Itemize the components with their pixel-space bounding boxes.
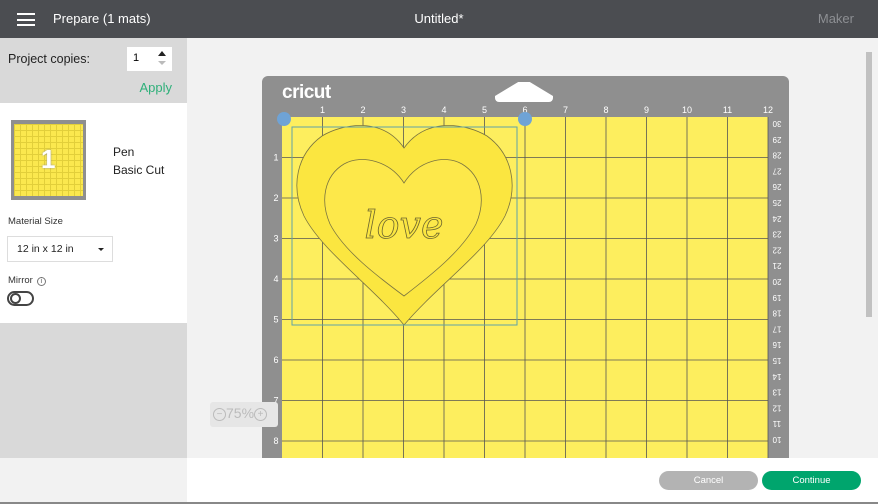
- column-label: 7: [563, 105, 568, 115]
- cm-label: 11: [772, 419, 781, 428]
- rotate-icon[interactable]: [518, 112, 532, 126]
- cm-label: 16: [772, 340, 781, 349]
- cm-label: 20: [772, 277, 781, 286]
- material-size-select[interactable]: 12 in x 12 in: [7, 236, 113, 262]
- column-label: 2: [360, 105, 365, 115]
- material-size-label: Material Size: [8, 216, 63, 227]
- cm-label: 23: [772, 230, 781, 239]
- top-bar: Prepare (1 mats) Untitled* Maker: [0, 0, 878, 38]
- row-label: 8: [273, 436, 278, 446]
- column-label: 11: [723, 105, 732, 115]
- zoom-control: −75% +: [210, 402, 278, 427]
- zoom-level: 75%: [226, 405, 255, 421]
- cm-label: 19: [772, 293, 781, 302]
- row-label: 4: [273, 274, 278, 284]
- cm-label: 18: [772, 309, 781, 318]
- zoom-out-icon[interactable]: −: [213, 407, 226, 421]
- cm-label: 28: [772, 151, 781, 160]
- cm-label: 25: [772, 198, 781, 207]
- row-label: 6: [273, 355, 278, 365]
- cm-label: 15: [772, 356, 781, 365]
- mat-grid[interactable]: 1 2 3 4 5 6 7 8 9 10 11 121234567830292827262524232…: [262, 76, 789, 458]
- apply-button[interactable]: Apply: [139, 80, 172, 95]
- cm-label: 22: [772, 245, 781, 254]
- cm-label: 13: [772, 388, 781, 397]
- column-label: 8: [603, 105, 608, 115]
- document-title: Untitled*: [414, 11, 464, 26]
- tool-label: Pen: [113, 145, 135, 159]
- mirror-toggle[interactable]: [7, 291, 34, 306]
- cancel-button[interactable]: Cancel: [659, 471, 758, 490]
- decrement-icon[interactable]: [158, 61, 166, 65]
- footer-bar: Cancel Continue: [0, 458, 878, 504]
- mirror-label: Mirror: [8, 275, 33, 286]
- cm-label: 24: [772, 214, 781, 223]
- zoom-in-icon[interactable]: +: [254, 407, 268, 421]
- cm-label: 17: [772, 324, 781, 333]
- cutting-mat: cricut 1 2 3 4 5 6 7 8 9 10 11 12 1 2 3 4 5 6 7 8 30 29 28 27 26…: [262, 76, 789, 458]
- increment-icon[interactable]: [158, 51, 166, 56]
- column-label: 12: [763, 105, 773, 115]
- material-size-value: 12 in x 12 in: [17, 243, 74, 255]
- project-copies-label: Project copies:: [8, 52, 90, 66]
- cm-label: 14: [772, 372, 781, 381]
- cm-label: 30: [772, 119, 781, 128]
- more-options-icon[interactable]: [277, 112, 291, 126]
- column-label: 10: [682, 105, 692, 115]
- column-label: 3: [401, 105, 406, 115]
- row-label: 5: [273, 315, 278, 325]
- cm-label: 10: [772, 435, 781, 444]
- cm-label: 29: [772, 135, 781, 144]
- cm-label: 27: [772, 166, 781, 175]
- column-label: 1: [320, 105, 325, 115]
- row-label: 2: [273, 193, 278, 203]
- copies-value[interactable]: 1: [133, 52, 139, 64]
- row-label: 3: [273, 234, 278, 244]
- project-copies-stepper[interactable]: 1: [127, 47, 172, 71]
- mat-card[interactable]: 1 Pen Basic Cut Material Size 12 in x 12 …: [0, 103, 187, 323]
- machine-label[interactable]: Maker: [818, 11, 854, 26]
- mat-thumbnail[interactable]: 1: [11, 120, 86, 200]
- row-label: 1: [273, 153, 278, 163]
- mode-label: Basic Cut: [113, 163, 165, 177]
- cm-label: 21: [772, 261, 781, 270]
- continue-button[interactable]: Continue: [762, 471, 861, 490]
- love-text: love: [365, 203, 444, 247]
- cm-label: 26: [772, 182, 781, 191]
- column-label: 4: [441, 105, 446, 115]
- vertical-scrollbar[interactable]: [864, 42, 874, 458]
- column-label: 9: [644, 105, 649, 115]
- column-label: 5: [482, 105, 487, 115]
- cm-label: 12: [772, 403, 781, 412]
- chevron-down-icon: [98, 248, 104, 254]
- mat-sidebar: Project copies: 1 Apply 1 Pen Basic Cut M…: [0, 38, 187, 458]
- mat-number: 1: [41, 144, 56, 174]
- info-icon[interactable]: i: [36, 277, 46, 286]
